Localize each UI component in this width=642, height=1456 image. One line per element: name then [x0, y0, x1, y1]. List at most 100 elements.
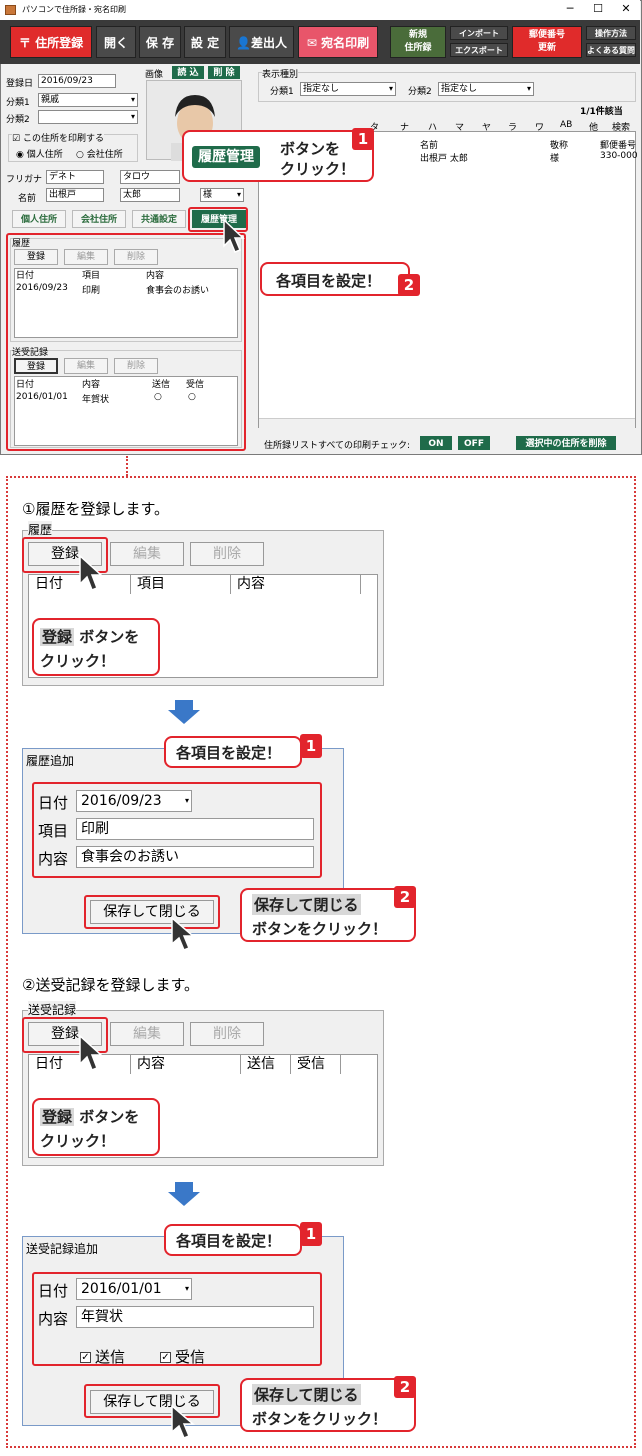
step1-col-content: 内容 [231, 575, 361, 594]
dialog1-callout-save: 保存して閉じる ボタンをクリック！ [240, 888, 416, 942]
person-icon: 👤 [236, 36, 251, 50]
dialog2-callout-save: 保存して閉じる ボタンをクリック！ [240, 1378, 416, 1432]
index-tab-ya[interactable]: ヤ [482, 120, 491, 133]
settings-button[interactable]: 設 定 [184, 26, 226, 58]
dialog2-recv-checkbox[interactable]: ✓ 受信 [160, 1346, 205, 1367]
dialog2-send-checkbox[interactable]: ✓ 送信 [80, 1346, 125, 1367]
result-count: 1/1件該当 [580, 107, 623, 117]
down-arrow-icon [168, 710, 200, 724]
list-row-name[interactable]: 出根戸 太郎 [420, 151, 468, 164]
index-tab-search[interactable]: 検索 [612, 120, 630, 133]
new-addressbook-button[interactable]: 新規 住所録 [390, 26, 446, 58]
down-arrow-stem [175, 1182, 193, 1192]
open-button[interactable]: 開く [96, 26, 136, 58]
index-tab-ra[interactable]: ラ [508, 120, 517, 133]
save-button[interactable]: 保 存 [139, 26, 181, 58]
dialog1-date-field[interactable]: 2016/09/23 [76, 790, 192, 812]
connector-line [126, 456, 128, 476]
dialog2-step-number-2: 2 [394, 1376, 416, 1398]
honorific-select[interactable]: 様 [200, 188, 244, 202]
dialog1-step-number-2: 2 [394, 886, 416, 908]
step2-edit-button[interactable]: 編集 [110, 1022, 184, 1046]
step2-col-recv: 受信 [291, 1055, 341, 1074]
print-all-off-button[interactable]: OFF [458, 436, 490, 450]
toolbar: 〒 住所登録 開く 保 存 設 定 👤差出人 ✉ 宛名印刷 新規 住所録 インポ… [0, 20, 640, 64]
postal-update-button[interactable]: 郵便番号 更新 [512, 26, 582, 58]
list-row-honorific[interactable]: 様 [550, 151, 559, 164]
step1-col-item: 項目 [131, 575, 231, 594]
dialog2-highlight-save [84, 1384, 220, 1418]
export-button[interactable]: エクスポート [450, 43, 508, 57]
filter-cat1-label: 分類1 [270, 87, 294, 97]
step1-group-title: 履歴 [28, 521, 53, 538]
maximize-button[interactable]: ☐ [584, 0, 612, 18]
step2-delete-button[interactable]: 削除 [190, 1022, 264, 1046]
step-number-1: 1 [352, 128, 374, 150]
dialog1-content-field[interactable]: 食事会のお誘い [76, 846, 314, 868]
index-tab-other[interactable]: 他 [589, 120, 598, 133]
import-button[interactable]: インポート [450, 26, 508, 40]
index-tab-wa[interactable]: ワ [535, 120, 544, 133]
tab-personal-address[interactable]: 個人住所 [12, 210, 66, 228]
step1-callout-register: 登録 ボタンを クリック！ [32, 618, 160, 676]
print-check[interactable]: ☑ この住所を印刷する [12, 131, 104, 144]
step-number-2: 2 [398, 274, 420, 296]
dialog2-step-number-1: 1 [300, 1222, 322, 1246]
step2-callout-register: 登録 ボタンを クリック！ [32, 1098, 160, 1156]
cursor-icon [171, 916, 196, 951]
callout-history-button: 履歴管理 ボタンを クリック！ [182, 130, 374, 182]
furigana-last-field[interactable]: デネト [46, 170, 104, 184]
cat1-select[interactable]: 親戚 [38, 93, 138, 107]
dialog1-content-label: 内容 [38, 850, 69, 868]
filter-cat2-select[interactable]: 指定なし [438, 82, 534, 96]
list-row-postal[interactable]: 330-000 [600, 151, 638, 161]
down-arrow-stem [175, 700, 193, 710]
dialog1-date-label: 日付 [38, 794, 69, 812]
cat2-label: 分類2 [6, 115, 30, 125]
furigana-first-field[interactable]: タロウ [120, 170, 180, 184]
image-label: 画像 [145, 70, 164, 80]
list-col-name: 名前 [420, 141, 439, 151]
print-all-on-button[interactable]: ON [420, 436, 452, 450]
dialog1-item-field[interactable]: 印刷 [76, 818, 314, 840]
index-tab-na[interactable]: ナ [400, 120, 409, 133]
step1-delete-button[interactable]: 削除 [190, 542, 264, 566]
index-tab-ha[interactable]: ハ [428, 120, 437, 133]
label-print-button[interactable]: ✉ 宛名印刷 [298, 26, 378, 58]
personal-radio[interactable]: ◉ 個人住所 [16, 147, 63, 160]
filter-cat2-label: 分類2 [408, 87, 432, 97]
index-tab-ma[interactable]: マ [455, 120, 464, 133]
dialog1-callout-set: 各項目を設定！ [164, 736, 302, 768]
step1-edit-button[interactable]: 編集 [110, 542, 184, 566]
dialog2-content-label: 内容 [38, 1310, 69, 1328]
tab-company-address[interactable]: 会社住所 [72, 210, 126, 228]
list-col-honorific: 敬称 [550, 141, 569, 151]
minimize-button[interactable]: ─ [556, 0, 584, 18]
step2-col-send: 送信 [241, 1055, 291, 1074]
delete-selected-button[interactable]: 選択中の住所を削除 [516, 436, 616, 450]
address-register-button[interactable]: 〒 住所登録 [10, 26, 92, 58]
company-radio[interactable]: ○ 会社住所 [76, 147, 123, 160]
name-last-field[interactable]: 出根戸 [46, 188, 104, 202]
print-all-label: 住所録リストすべての印刷チェック: [264, 441, 411, 451]
tab-common-settings[interactable]: 共通設定 [132, 210, 186, 228]
cat2-select[interactable] [38, 110, 138, 124]
image-read-button[interactable]: 読 込 [172, 66, 204, 79]
sender-button[interactable]: 👤差出人 [229, 26, 294, 58]
reg-date-field[interactable]: 2016/09/23 [38, 74, 116, 88]
name-first-field[interactable]: 太郎 [120, 188, 180, 202]
down-arrow-icon [168, 1192, 200, 1206]
horizontal-scrollbar[interactable] [259, 418, 635, 428]
dialog2-content-field[interactable]: 年賀状 [76, 1306, 314, 1328]
cursor-icon [171, 1404, 196, 1439]
image-delete-button[interactable]: 削 除 [208, 66, 240, 79]
app-icon [5, 5, 16, 15]
dialog2-date-field[interactable]: 2016/01/01 [76, 1278, 192, 1300]
close-button[interactable]: ✕ [612, 0, 640, 18]
index-tab-ab[interactable]: AB [560, 120, 572, 130]
dialog1-item-label: 項目 [38, 822, 69, 840]
howto-button[interactable]: 操作方法 [586, 26, 636, 40]
dialog2-title: 送受記録追加 [26, 1242, 99, 1256]
faq-button[interactable]: よくある質問 [586, 43, 636, 57]
filter-cat1-select[interactable]: 指定なし [300, 82, 396, 96]
